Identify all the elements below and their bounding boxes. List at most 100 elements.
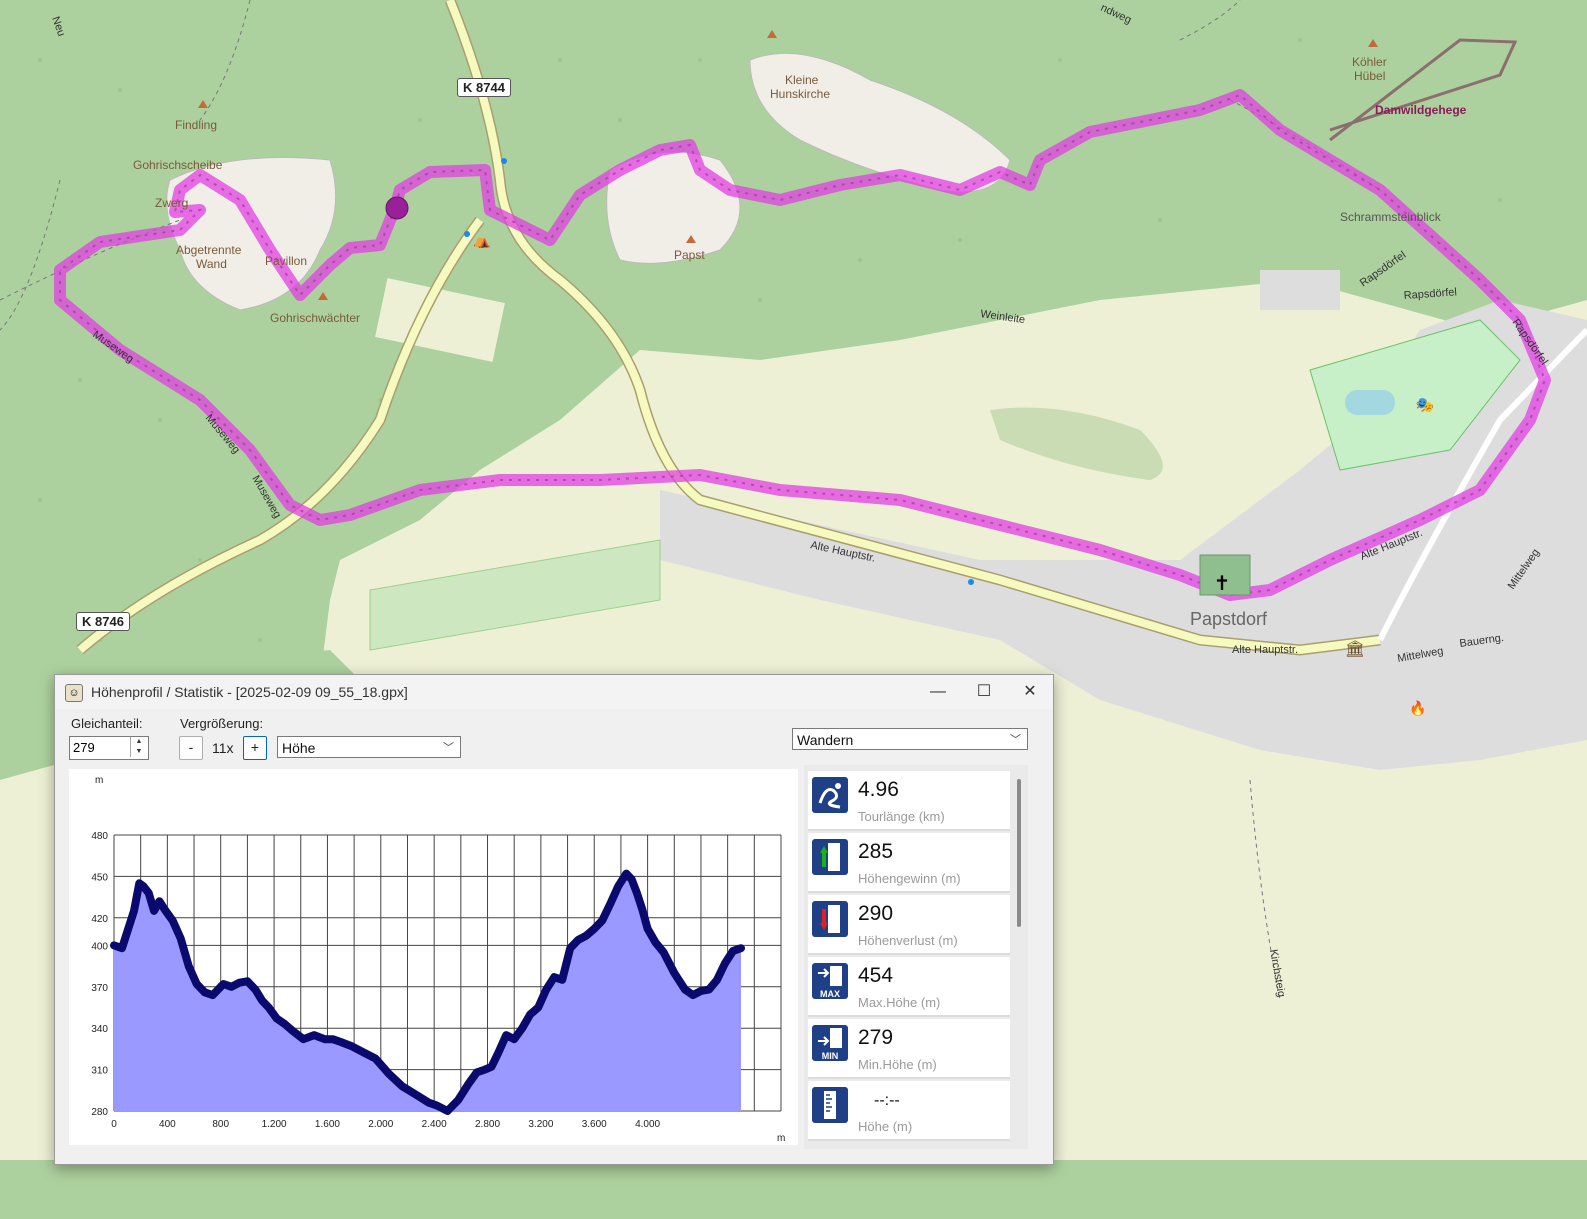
zoom-value: 11x [212, 740, 234, 756]
x-tick-label: 4.000 [635, 1119, 660, 1130]
x-axis-label: m [777, 1133, 785, 1144]
y-tick-label: 370 [91, 983, 108, 994]
stat-min-height: MIN 279 Min.Höhe (m) [808, 1019, 1010, 1079]
minimize-button[interactable]: — [915, 675, 961, 709]
stat-desc: Höhe (m) [858, 1119, 913, 1134]
label-gohrischscheibe: Gohrischscheibe [133, 158, 223, 172]
pool [1345, 390, 1395, 415]
theatre-icon: 🎭 [1416, 397, 1435, 414]
stat-desc: Max.Höhe (m) [858, 995, 941, 1010]
label-huebel: Hübel [1354, 69, 1385, 83]
label-wand: Wand [196, 257, 227, 271]
y-tick-label: 480 [91, 831, 108, 842]
close-button[interactable]: ✕ [1007, 675, 1053, 709]
elevation-profile-window: ☺ Höhenprofil / Statistik - [2025-02-09 … [54, 674, 1054, 1165]
y-tick-label: 420 [91, 914, 108, 925]
offset-spinner[interactable]: ▲ ▼ [69, 736, 149, 760]
stat-desc: Tourlänge (km) [858, 809, 945, 824]
x-tick-label: 1.200 [262, 1119, 287, 1130]
y-axis-label: m [95, 775, 103, 786]
stat-value: --:-- [874, 1092, 900, 1109]
stat-desc: Min.Höhe (m) [858, 1057, 937, 1072]
x-tick-label: 3.600 [582, 1119, 607, 1130]
y-tick-label: 400 [91, 941, 108, 952]
elevation-gain-icon [812, 839, 848, 875]
fire-icon: 🔥 [1409, 700, 1426, 717]
statistics-panel[interactable]: 4.96 Tourlänge (km) 285 Höhengewinn (m) … [804, 765, 1028, 1149]
x-tick-label: 2.800 [475, 1119, 500, 1130]
spin-up-icon[interactable]: ▲ [130, 737, 147, 747]
stat-value: 4.96 [858, 778, 899, 801]
min-icon-text: MIN [821, 1051, 839, 1061]
stat-tour-length: 4.96 Tourlänge (km) [808, 771, 1010, 831]
y-tick-label: 280 [91, 1107, 108, 1118]
label-pavillon: Pavillon [265, 254, 307, 268]
elevation-chart[interactable]: 480 450 420 400 370 340 310 280 0 400 800 1.200 1.60… [69, 769, 798, 1145]
stat-value: 454 [858, 964, 894, 987]
label-gohrischwaechter: Gohrischwächter [270, 311, 360, 325]
picnic-icon: ⛺ [473, 232, 490, 249]
museum-icon: 🏛 [1345, 640, 1365, 658]
x-tick-label: 400 [159, 1119, 176, 1130]
height-icon [812, 1087, 848, 1123]
stat-max-height: MAX 454 Max.Höhe (m) [808, 957, 1010, 1017]
max-icon-text: MAX [820, 989, 840, 999]
stat-elevation-loss: 290 Höhenverlust (m) [808, 895, 1010, 955]
offset-label: Gleichanteil: [71, 716, 143, 731]
chevron-down-icon: ﹀ [443, 742, 454, 754]
elevation-loss-icon [812, 901, 848, 937]
mode-select[interactable]: Höhe ﹀ [277, 736, 461, 758]
label-papst: Papst [674, 248, 705, 262]
stats-scrollbar[interactable] [1017, 779, 1021, 927]
bus-stop-icon-2 [464, 231, 470, 237]
track-position-marker[interactable] [385, 196, 409, 220]
bus-stop-icon [501, 158, 507, 164]
app-icon: ☺ [65, 684, 83, 702]
road-label-k8746: K 8746 [76, 612, 130, 631]
maximize-button[interactable]: ☐ [961, 675, 1007, 709]
label-findling: Findling [175, 118, 217, 132]
stat-value: 285 [858, 840, 894, 863]
label-damwildgehege: Damwildgehege [1375, 103, 1467, 117]
activity-select-value: Wandern [797, 732, 854, 748]
y-tick-label: 340 [91, 1024, 108, 1035]
x-tick-label: 800 [212, 1119, 229, 1130]
elevation-chart-svg: 480 450 420 400 370 340 310 2800 400 800 1.200 1.60… [91, 775, 785, 1144]
church-icon: ✝ [1214, 573, 1231, 595]
label-abgetrennte: Abgetrennte [176, 243, 242, 257]
x-tick-label: 2.400 [422, 1119, 447, 1130]
forest-area-bottom [0, 1160, 1587, 1219]
x-tick-label: 2.000 [368, 1119, 393, 1130]
max-height-icon: MAX [812, 963, 848, 999]
stat-height: --:-- Höhe (m) [808, 1081, 1010, 1141]
stat-value: 279 [858, 1026, 894, 1049]
zoom-label: Vergrößerung: [180, 716, 264, 731]
label-hunskirche: Hunskirche [770, 87, 830, 101]
chevron-down-icon: ﹀ [1010, 734, 1021, 746]
stat-desc: Höhenverlust (m) [858, 933, 958, 948]
window-title: Höhenprofil / Statistik - [2025-02-09 09… [91, 684, 408, 700]
bus-stop-icon-3 [968, 579, 974, 585]
label-kleine: Kleine [785, 73, 819, 87]
y-tick-label: 310 [91, 1066, 108, 1077]
activity-select[interactable]: Wandern ﹀ [792, 728, 1028, 750]
y-tick-label: 450 [91, 872, 108, 883]
mode-select-value: Höhe [282, 740, 316, 756]
offset-input[interactable] [70, 737, 132, 757]
zoom-out-button[interactable]: - [179, 736, 203, 760]
label-koehler: Köhler [1352, 55, 1387, 69]
label-alte-hauptstr-2: Alte Hauptstr. [1232, 644, 1298, 656]
spin-down-icon[interactable]: ▼ [130, 747, 147, 757]
stat-desc: Höhengewinn (m) [858, 871, 961, 886]
x-tick-label: 3.200 [528, 1119, 553, 1130]
label-papstdorf: Papstdorf [1190, 609, 1268, 629]
route-icon [812, 777, 848, 813]
title-bar[interactable]: ☺ Höhenprofil / Statistik - [2025-02-09 … [55, 675, 1053, 709]
label-zwerg: Zwerg [155, 196, 188, 210]
road-label-k8744: K 8744 [457, 78, 511, 97]
stat-value: 290 [858, 902, 894, 925]
sports-area [1260, 270, 1340, 310]
zoom-in-button[interactable]: + [243, 736, 267, 760]
x-tick-label: 0 [111, 1119, 117, 1130]
min-height-icon: MIN [812, 1025, 848, 1061]
